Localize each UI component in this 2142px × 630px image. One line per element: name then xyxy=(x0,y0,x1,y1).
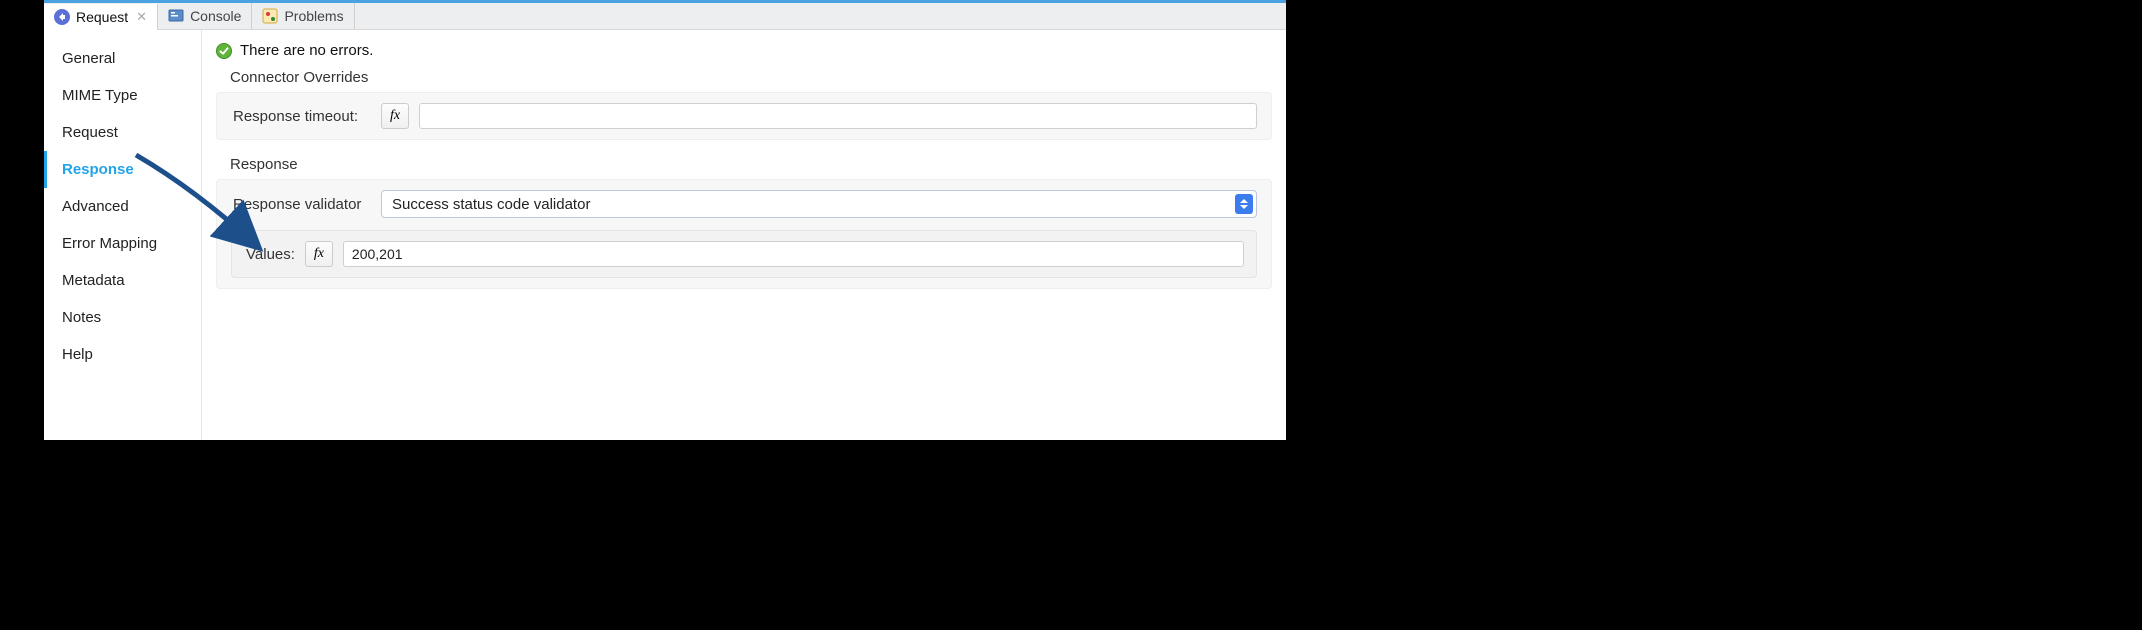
sidebar-item-advanced[interactable]: Advanced xyxy=(44,188,201,225)
row-response-validator: Response validator Success status code v… xyxy=(231,190,1257,218)
editor-body: General MIME Type Request Response Advan… xyxy=(44,30,1286,440)
sidebar-item-error-mapping[interactable]: Error Mapping xyxy=(44,225,201,262)
sidebar-item-response[interactable]: Response xyxy=(44,151,201,188)
check-ok-icon xyxy=(216,43,232,59)
sidebar-item-general[interactable]: General xyxy=(44,40,201,77)
sidebar-item-label: MIME Type xyxy=(62,87,138,104)
sidebar-item-label: Request xyxy=(62,124,118,141)
sidebar-item-notes[interactable]: Notes xyxy=(44,299,201,336)
validator-select-wrap: Success status code validator xyxy=(381,190,1257,218)
sidebar-item-metadata[interactable]: Metadata xyxy=(44,262,201,299)
sidebar-item-label: Response xyxy=(62,161,134,178)
sidebar-item-request[interactable]: Request xyxy=(44,114,201,151)
status-text: There are no errors. xyxy=(240,42,373,59)
response-timeout-input[interactable] xyxy=(419,103,1257,129)
sidebar-item-mime-type[interactable]: MIME Type xyxy=(44,77,201,114)
tab-label: Problems xyxy=(284,8,343,24)
section-body: Response timeout: fx xyxy=(216,92,1272,140)
section-title: Connector Overrides xyxy=(216,67,1272,92)
status-row: There are no errors. xyxy=(216,42,1272,59)
problems-icon xyxy=(262,8,278,24)
fx-button[interactable]: fx xyxy=(305,241,333,267)
response-validator-select[interactable]: Success status code validator xyxy=(381,190,1257,218)
tab-bar: Request ✕ Console Problems xyxy=(44,0,1286,30)
tab-request[interactable]: Request ✕ xyxy=(44,4,158,30)
fx-icon: fx xyxy=(390,108,400,124)
sidebar-item-label: Metadata xyxy=(62,272,125,289)
console-icon xyxy=(168,8,184,24)
sidebar-item-label: General xyxy=(62,50,115,67)
fx-button[interactable]: fx xyxy=(381,103,409,129)
sidebar-item-label: Advanced xyxy=(62,198,129,215)
field-label: Response validator xyxy=(231,196,371,213)
request-icon xyxy=(54,9,70,25)
main-panel: There are no errors. Connector Overrides… xyxy=(202,30,1286,440)
field-label: Values: xyxy=(244,246,295,263)
editor-window: Request ✕ Console Problems General MIME … xyxy=(44,0,1286,440)
tab-label: Request xyxy=(76,9,128,25)
close-icon[interactable]: ✕ xyxy=(136,9,147,25)
sidebar-item-label: Notes xyxy=(62,309,101,326)
section-title: Response xyxy=(216,154,1272,179)
tab-console[interactable]: Console xyxy=(158,3,252,29)
section-connector-overrides: Connector Overrides Response timeout: fx xyxy=(216,67,1272,140)
fx-icon: fx xyxy=(314,246,324,262)
sidebar-item-label: Help xyxy=(62,346,93,363)
section-body: Response validator Success status code v… xyxy=(216,179,1272,289)
section-response: Response Response validator Success stat… xyxy=(216,154,1272,289)
sidebar: General MIME Type Request Response Advan… xyxy=(44,30,202,440)
sidebar-item-label: Error Mapping xyxy=(62,235,157,252)
row-response-timeout: Response timeout: fx xyxy=(231,103,1257,129)
validator-values-block: Values: fx xyxy=(231,230,1257,278)
validator-values-input[interactable] xyxy=(343,241,1244,267)
field-label: Response timeout: xyxy=(231,108,371,125)
sidebar-item-help[interactable]: Help xyxy=(44,336,201,373)
select-value: Success status code validator xyxy=(392,196,590,213)
tab-label: Console xyxy=(190,8,241,24)
tab-problems[interactable]: Problems xyxy=(252,3,354,29)
